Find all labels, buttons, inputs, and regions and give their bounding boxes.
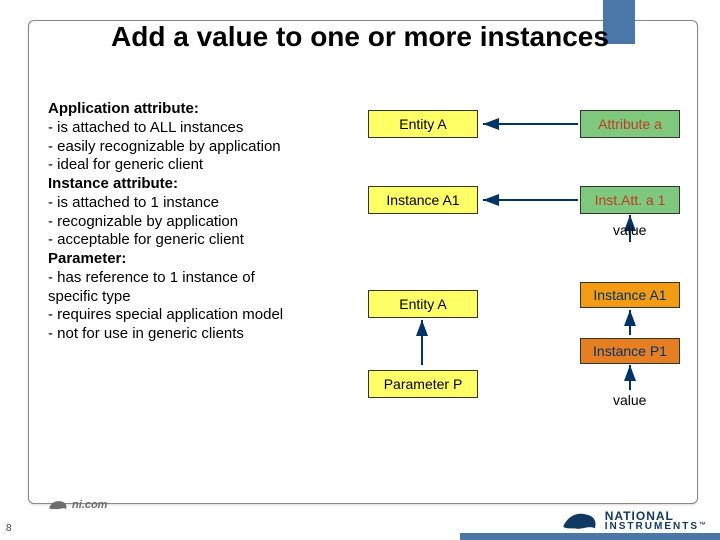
param-bullet: - requires special application model — [48, 306, 343, 325]
slide: Add a value to one or more instances App… — [0, 0, 720, 540]
box-instance-a1-2: Instance A1 — [580, 282, 680, 308]
inst-attr-bullet: - is attached to 1 instance — [48, 194, 343, 213]
body-text: Application attribute: - is attached to … — [48, 100, 343, 344]
param-bullet: specific type — [48, 288, 343, 307]
footer-strip — [460, 533, 720, 540]
box-inst-att-a1: Inst.Att. a 1 — [580, 186, 680, 214]
ni-logo-line2-text: INSTRUMENTS — [605, 521, 699, 532]
page-number: 8 — [6, 523, 12, 534]
box-attribute-a: Attribute a — [580, 110, 680, 138]
param-bullet: - not for use in generic clients — [48, 325, 343, 344]
ni-logo-line2: INSTRUMENTS™ — [605, 522, 708, 532]
inst-attr-bullet: - acceptable for generic client — [48, 231, 343, 250]
app-attr-bullet: - easily recognizable by application — [48, 138, 343, 157]
eagle-icon — [561, 508, 599, 534]
box-entity-a-2: Entity A — [368, 290, 478, 318]
app-attr-bullet: - ideal for generic client — [48, 156, 343, 175]
param-bullet: - has reference to 1 instance of — [48, 269, 343, 288]
param-header: Parameter: — [48, 250, 343, 269]
box-parameter-p: Parameter P — [368, 370, 478, 398]
slide-title: Add a value to one or more instances — [60, 22, 660, 53]
box-instance-p1: Instance P1 — [580, 338, 680, 364]
ni-logo-big: NATIONAL INSTRUMENTS™ — [561, 508, 708, 534]
box-entity-a-1: Entity A — [368, 110, 478, 138]
app-attr-bullet: - is attached to ALL instances — [48, 119, 343, 138]
box-instance-a1-1: Instance A1 — [368, 186, 478, 214]
ni-logo-text: NATIONAL INSTRUMENTS™ — [605, 510, 708, 532]
label-value-bottom: value — [613, 392, 646, 408]
inst-attr-bullet: - recognizable by application — [48, 213, 343, 232]
trademark-icon: ™ — [699, 522, 708, 529]
label-value-top: value — [613, 222, 646, 238]
app-attr-header: Application attribute: — [48, 100, 343, 119]
diagram-area: Entity A Attribute a Instance A1 Inst.At… — [348, 100, 700, 480]
inst-attr-header: Instance attribute: — [48, 175, 343, 194]
